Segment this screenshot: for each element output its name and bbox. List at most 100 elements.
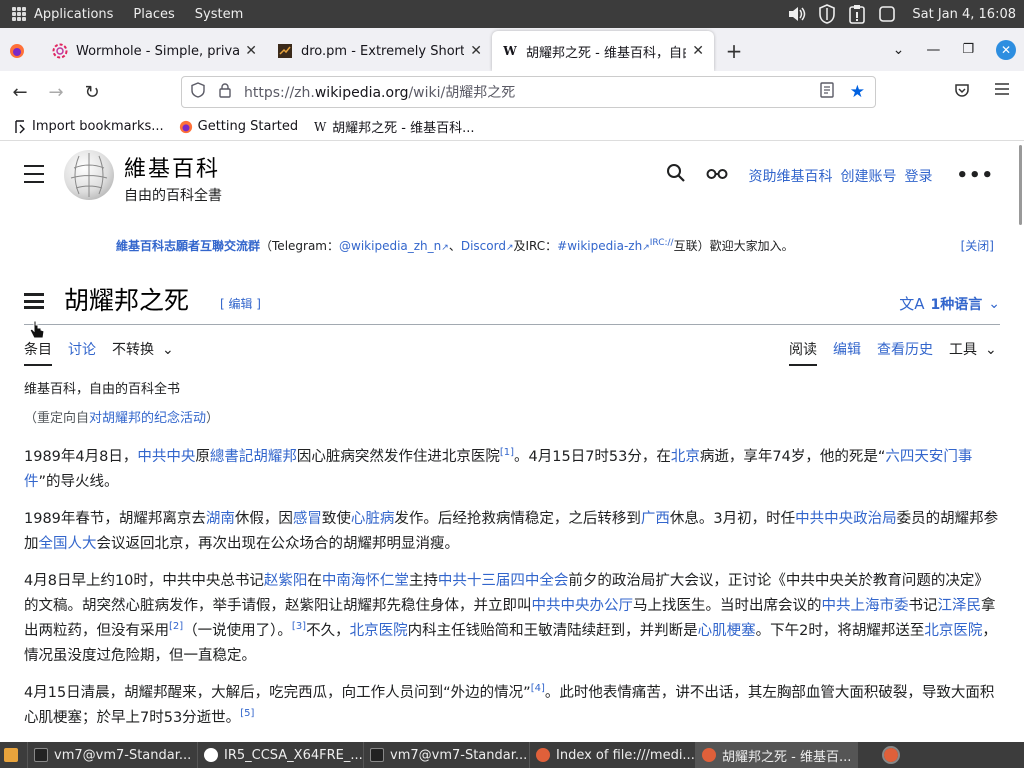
variant-dropdown[interactable]: 不转换 ⌄	[112, 339, 174, 359]
back-button[interactable]: ←	[4, 76, 36, 108]
lock-icon[interactable]	[218, 82, 232, 102]
window-icon[interactable]	[876, 3, 898, 25]
edit-section-link[interactable]: [ 编辑 ]	[220, 295, 261, 312]
ref-3[interactable]: [3]	[292, 621, 306, 632]
tab-edit[interactable]: 编辑	[833, 339, 861, 359]
desktop-icon	[4, 748, 18, 762]
firefox-icon	[882, 746, 900, 764]
bookmark-label: Getting Started	[197, 119, 299, 134]
donate-link[interactable]: 资助维基百科	[748, 166, 832, 186]
close-tab-icon[interactable]: ✕	[692, 43, 704, 59]
url-bar[interactable]: https://zh.wikipedia.org/wiki/胡耀邦之死 ★	[181, 76, 876, 108]
glasses-icon[interactable]	[706, 165, 728, 186]
language-button[interactable]: 文A 1种语言 ⌄	[899, 293, 1000, 314]
tab-read[interactable]: 阅读	[789, 339, 817, 366]
volume-icon[interactable]	[786, 3, 808, 25]
show-desktop-button[interactable]	[0, 742, 28, 768]
search-icon[interactable]	[666, 163, 686, 188]
restore-icon[interactable]: ❐	[962, 42, 974, 57]
link-politburo[interactable]: 中共中央政治局	[795, 511, 897, 527]
link-fourth-plenum[interactable]: 中共十三届四中全会	[438, 573, 569, 589]
reader-view-icon[interactable]	[820, 82, 834, 102]
tab-history[interactable]: 查看历史	[877, 339, 933, 359]
wikipedia-globe-logo[interactable]	[64, 150, 114, 200]
link-beijing-hospital-2[interactable]: 北京医院	[924, 623, 982, 639]
link-zhao-ziyang[interactable]: 赵紫阳	[264, 573, 308, 589]
login-link[interactable]: 登录	[904, 166, 932, 186]
tab-wikipedia[interactable]: W 胡耀邦之死 - 维基百科，自由 ✕	[492, 31, 714, 71]
apps-grid-icon[interactable]	[12, 7, 26, 21]
tracking-shield-icon[interactable]	[190, 82, 206, 102]
pocket-icon[interactable]	[954, 82, 970, 102]
reload-button[interactable]: ↻	[76, 76, 108, 108]
notice-title-link[interactable]: 維基百科志願者互聯交流群	[116, 239, 260, 253]
main-menu-icon[interactable]	[24, 165, 44, 183]
wikipedia-wordmark[interactable]: 維基百科 自由的百科全書	[124, 151, 222, 205]
window-close-button[interactable]: ✕	[996, 39, 1016, 60]
link-shanghai-committee[interactable]: 中共上海市委	[822, 598, 909, 614]
task-file-browser[interactable]: Index of file:///medi...	[530, 742, 696, 768]
ref-2[interactable]: [2]	[169, 621, 183, 632]
tab-wormhole[interactable]: Wormhole - Simple, private ✕	[42, 31, 267, 71]
link-general-office[interactable]: 中共中央办公厅	[532, 598, 634, 614]
link-general-secretary[interactable]: 總書記	[210, 449, 254, 465]
shield-icon[interactable]	[816, 3, 838, 25]
new-tab-button[interactable]: +	[714, 31, 754, 71]
link-heart-disease[interactable]: 心脏病	[351, 511, 395, 527]
link-guangxi[interactable]: 广西	[641, 511, 670, 527]
wormhole-favicon-icon	[52, 43, 68, 59]
link-cold[interactable]: 感冒	[293, 511, 322, 527]
telegram-link[interactable]: @wikipedia_zh_n	[339, 239, 441, 253]
terminal-icon	[34, 748, 48, 762]
task-wikipedia[interactable]: 胡耀邦之死 - 维基百...	[696, 742, 858, 768]
link-hunan[interactable]: 湖南	[206, 511, 235, 527]
places-menu[interactable]: Places	[133, 7, 174, 22]
link-npc[interactable]: 全国人大	[39, 536, 97, 552]
link-hu-yaobang[interactable]: 胡耀邦	[253, 449, 297, 465]
taskbar: vm7@vm7-Standar... IR5_CCSA_X64FRE_... v…	[0, 742, 1024, 768]
minimize-icon[interactable]: —	[926, 42, 940, 58]
task-disc[interactable]: IR5_CCSA_X64FRE_...	[198, 742, 364, 768]
tab-dropm[interactable]: dro.pm - Extremely Short Li ✕	[267, 31, 492, 71]
workspace-switcher[interactable]	[878, 742, 914, 768]
link-zhonggong-zhongyang[interactable]: 中共中央	[137, 449, 195, 465]
tab-article[interactable]: 条目	[24, 339, 52, 366]
link-beijing[interactable]: 北京	[671, 449, 700, 465]
irc-link[interactable]: #wikipedia-zh	[557, 239, 642, 253]
bookmark-import[interactable]: Import bookmarks...	[12, 119, 164, 135]
nav-bar: ← → ↻ https://zh.wikipedia.org/wiki/胡耀邦之…	[0, 71, 1024, 113]
bookmark-star-icon[interactable]: ★	[850, 82, 865, 102]
tools-dropdown[interactable]: 工具 ⌄	[949, 339, 997, 359]
top-panel: Applications Places System Sat Jan 4, 16…	[0, 0, 1024, 28]
link-huairen-hall[interactable]: 中南海怀仁堂	[322, 573, 409, 589]
ref-5[interactable]: [5]	[240, 708, 254, 719]
more-options-icon[interactable]: •••	[956, 165, 994, 186]
close-tab-icon[interactable]: ✕	[245, 43, 257, 59]
forward-button[interactable]: →	[40, 76, 72, 108]
app-menu-icon[interactable]	[994, 82, 1010, 102]
tools-label: 工具	[949, 342, 977, 358]
list-all-tabs-icon[interactable]: ⌄	[893, 42, 905, 58]
scrollbar[interactable]	[1019, 145, 1022, 225]
clock[interactable]: Sat Jan 4, 16:08	[912, 7, 1016, 22]
bookmark-wikipedia[interactable]: W 胡耀邦之死 - 维基百科...	[312, 117, 475, 137]
link-myocardial-infarction[interactable]: 心肌梗塞	[698, 623, 756, 639]
notice-close-link[interactable]: [关闭]	[961, 237, 994, 254]
close-tab-icon[interactable]: ✕	[470, 43, 482, 59]
create-account-link[interactable]: 创建账号	[840, 166, 896, 186]
clipboard-alert-icon[interactable]	[846, 3, 868, 25]
link-jiang-zemin[interactable]: 江泽民	[938, 598, 982, 614]
link-beijing-hospital[interactable]: 北京医院	[350, 623, 408, 639]
applications-menu[interactable]: Applications	[34, 7, 113, 22]
tab-pinned-firefox[interactable]	[0, 31, 42, 71]
ref-4[interactable]: [4]	[531, 683, 545, 694]
ref-1[interactable]: [1]	[500, 447, 514, 458]
task-terminal-1[interactable]: vm7@vm7-Standar...	[28, 742, 198, 768]
table-of-contents-icon[interactable]	[24, 293, 44, 309]
system-menu[interactable]: System	[195, 7, 243, 22]
tab-talk[interactable]: 讨论	[68, 339, 96, 359]
redirect-link[interactable]: 对胡耀邦的纪念活动	[89, 411, 206, 426]
discord-link[interactable]: Discord	[461, 239, 506, 253]
bookmark-getting-started[interactable]: Getting Started	[178, 119, 299, 135]
task-terminal-2[interactable]: vm7@vm7-Standar...	[364, 742, 530, 768]
